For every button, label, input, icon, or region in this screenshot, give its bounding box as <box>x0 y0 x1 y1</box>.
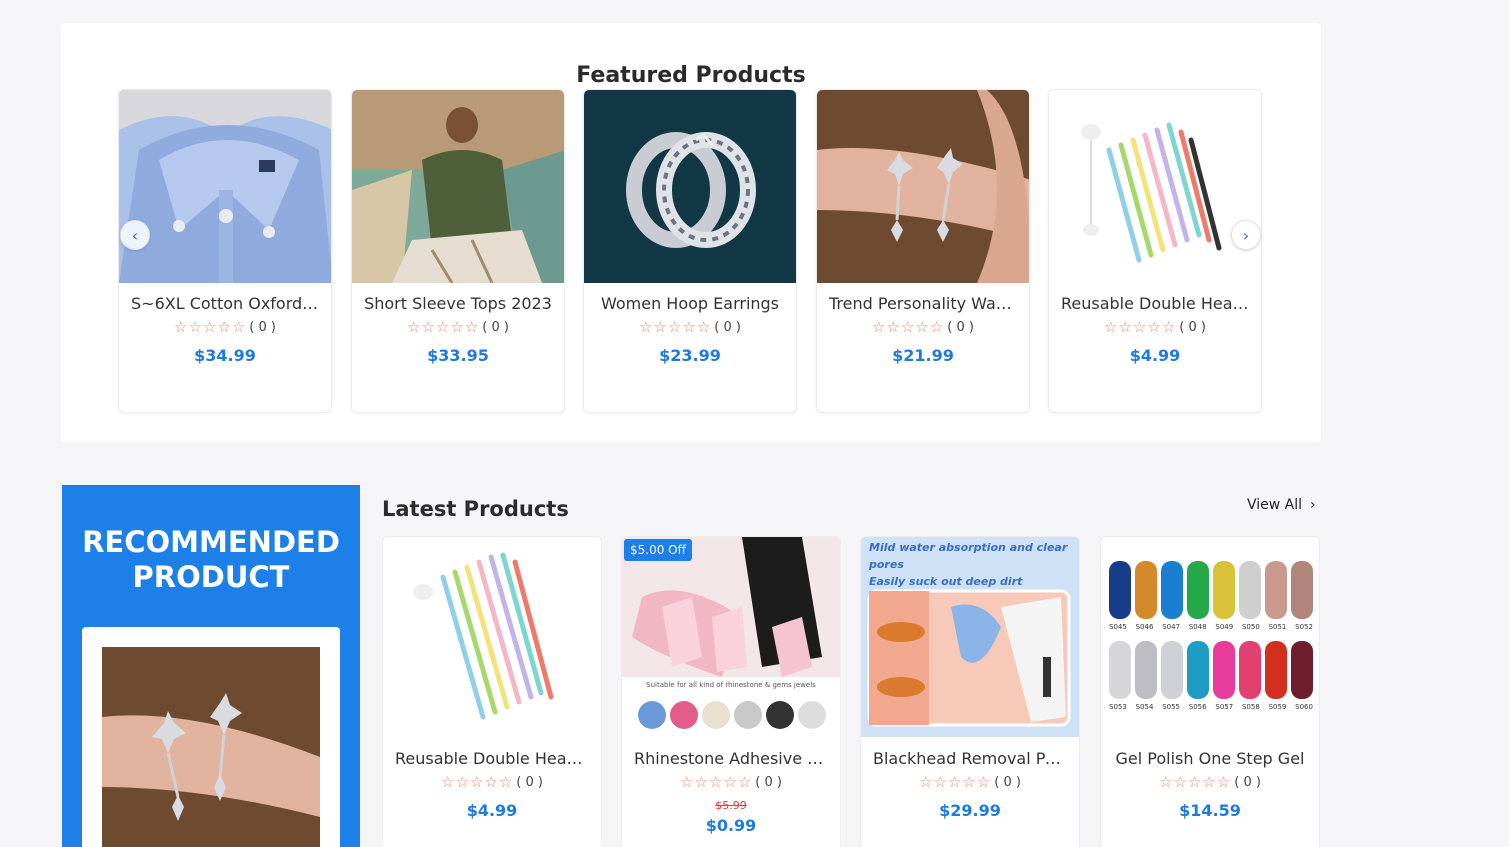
product-rating: ☆☆☆☆☆ ( 0 ) <box>1049 318 1261 336</box>
product-image[interactable]: S045 S046 S047 S048 S049 S050 S051 S052 S053… <box>1101 537 1319 737</box>
product-image[interactable] <box>352 90 564 283</box>
product-price: $21.99 <box>892 346 954 365</box>
swatch-codes-row2: S053 S054 S055 S056 S057 S058 S059 S060 <box>1109 703 1313 711</box>
rating-count: ( 0 ) <box>994 774 1021 790</box>
discount-badge: $5.00 Off <box>624 539 692 561</box>
product-image[interactable] <box>817 90 1029 283</box>
product-name[interactable]: Trend Personality Water <box>817 294 1029 313</box>
product-rating: ☆☆☆☆☆ ( 0 ) <box>622 773 840 791</box>
product-price: $29.99 <box>939 801 1001 820</box>
original-price: $5.99 <box>715 799 747 812</box>
carousel-prev-button[interactable]: ‹ <box>120 220 150 250</box>
product-card[interactable]: Short Sleeve Tops 2023 ☆☆☆☆☆ ( 0 ) $33.9… <box>351 89 565 413</box>
latest-products-title: Latest Products <box>382 497 569 521</box>
product-rating: ☆☆☆☆☆ ( 0 ) <box>1101 773 1319 791</box>
recommended-title: RECOMMENDED PRODUCT <box>82 525 340 594</box>
recommended-panel: RECOMMENDED PRODUCT <box>62 485 360 847</box>
recommended-product-card[interactable] <box>82 627 340 847</box>
product-card[interactable]: Reusable Double Head... ☆☆☆☆☆ ( 0 ) $4.9… <box>382 536 602 847</box>
product-card[interactable]: Women Hoop Earrings ☆☆☆☆☆ ( 0 ) $23.99 <box>583 89 797 413</box>
chevron-right-icon: › <box>1310 497 1316 513</box>
product-image[interactable] <box>383 537 601 737</box>
view-all-link[interactable]: View All › <box>1247 497 1316 513</box>
rating-stars-icon: ☆☆☆☆☆ <box>872 318 945 336</box>
product-name[interactable]: Reusable Double Head... <box>1049 294 1261 313</box>
product-price: $14.59 <box>1179 801 1241 820</box>
chevron-left-icon: ‹ <box>131 225 139 245</box>
product-card[interactable]: Mild water absorption and clear pores Ea… <box>860 536 1080 847</box>
rating-stars-icon: ☆☆☆☆☆ <box>919 773 992 791</box>
product-rating: ☆☆☆☆☆ ( 0 ) <box>352 318 564 336</box>
rating-count: ( 0 ) <box>714 319 741 335</box>
product-rating: ☆☆☆☆☆ ( 0 ) <box>383 773 601 791</box>
rating-count: ( 0 ) <box>947 319 974 335</box>
product-image[interactable]: Mild water absorption and clear pores Ea… <box>861 537 1079 737</box>
product-rating: ☆☆☆☆☆ ( 0 ) <box>817 318 1029 336</box>
rating-stars-icon: ☆☆☆☆☆ <box>1159 773 1232 791</box>
product-name[interactable]: Reusable Double Head... <box>383 749 601 768</box>
rating-stars-icon: ☆☆☆☆☆ <box>174 318 247 336</box>
swatch-codes-row1: S045 S046 S047 S048 S049 S050 S051 S052 <box>1109 623 1313 631</box>
product-rating: ☆☆☆☆☆ ( 0 ) <box>861 773 1079 791</box>
image-caption: Suitable for all kind of rhinestone & ge… <box>646 681 816 689</box>
rating-count: ( 0 ) <box>1179 319 1206 335</box>
recommended-product-image[interactable] <box>102 647 320 847</box>
product-card[interactable]: $5.00 Off Suitable for all kind of rhine… <box>621 536 841 847</box>
rating-stars-icon: ☆☆☆☆☆ <box>1104 318 1177 336</box>
product-price: $34.99 <box>194 346 256 365</box>
product-price: $0.99 <box>705 816 757 835</box>
product-price: $33.95 <box>427 346 489 365</box>
rating-count: ( 0 ) <box>516 774 543 790</box>
product-card[interactable]: Trend Personality Water ☆☆☆☆☆ ( 0 ) $21.… <box>816 89 1030 413</box>
featured-title: Featured Products <box>576 63 806 88</box>
product-name[interactable]: Women Hoop Earrings <box>584 294 796 313</box>
product-name[interactable]: Rhinestone Adhesive Glu... <box>622 749 840 768</box>
product-image[interactable] <box>1049 90 1261 283</box>
product-card[interactable]: Reusable Double Head... ☆☆☆☆☆ ( 0 ) $4.9… <box>1048 89 1262 413</box>
product-image[interactable] <box>584 90 796 283</box>
rating-count: ( 0 ) <box>755 774 782 790</box>
rating-stars-icon: ☆☆☆☆☆ <box>441 773 514 791</box>
carousel-next-button[interactable]: › <box>1231 220 1261 250</box>
product-image[interactable]: Suitable for all kind of rhinestone & ge… <box>622 537 840 737</box>
product-rating: ☆☆☆☆☆ ( 0 ) <box>584 318 796 336</box>
product-name[interactable]: S~6XL Cotton Oxford Shi... <box>119 294 331 313</box>
rating-count: ( 0 ) <box>249 319 276 335</box>
product-card[interactable]: S~6XL Cotton Oxford Shi... ☆☆☆☆☆ ( 0 ) $… <box>118 89 332 413</box>
product-name[interactable]: Gel Polish One Step Gel <box>1101 749 1319 768</box>
rating-count: ( 0 ) <box>482 319 509 335</box>
image-headline: Mild water absorption and clear pores Ea… <box>869 541 1068 588</box>
product-rating: ☆☆☆☆☆ ( 0 ) <box>119 318 331 336</box>
product-image[interactable] <box>119 90 331 283</box>
product-name[interactable]: Blackhead Removal Pore... <box>861 749 1079 768</box>
product-card[interactable]: S045 S046 S047 S048 S049 S050 S051 S052 S053… <box>1100 536 1320 847</box>
product-name[interactable]: Short Sleeve Tops 2023 <box>352 294 564 313</box>
featured-section: Featured Products S~6XL Cotton Oxford Sh… <box>61 23 1321 442</box>
product-price: $4.99 <box>1129 346 1181 365</box>
rating-count: ( 0 ) <box>1234 774 1261 790</box>
rating-stars-icon: ☆☆☆☆☆ <box>407 318 480 336</box>
rating-stars-icon: ☆☆☆☆☆ <box>680 773 753 791</box>
product-price: $23.99 <box>659 346 721 365</box>
product-price: $4.99 <box>466 801 518 820</box>
chevron-right-icon: › <box>1242 225 1250 245</box>
rating-stars-icon: ☆☆☆☆☆ <box>639 318 712 336</box>
